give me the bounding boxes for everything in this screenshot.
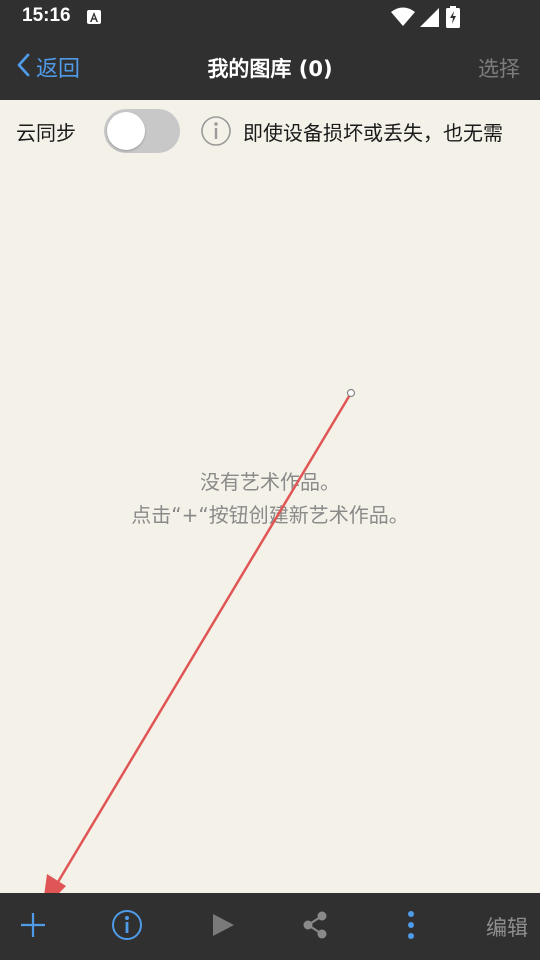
empty-state-line-2: 点击“+“按钮创建新艺术作品。: [131, 503, 409, 527]
play-icon: [210, 912, 236, 942]
screen: 15:16 返回 我的图库 (0) 选择 云同步 即使设备损坏或丢失，也无需 没…: [0, 0, 540, 960]
page-title: 我的图库 (0): [207, 57, 333, 81]
nav-bar: 返回 我的图库 (0) 选择: [0, 34, 540, 100]
toggle-knob: [107, 112, 145, 150]
share-button[interactable]: [292, 893, 338, 960]
edit-button[interactable]: 编辑: [474, 893, 540, 960]
share-icon: [301, 910, 329, 944]
select-button[interactable]: 选择: [478, 53, 520, 83]
add-button[interactable]: [10, 893, 56, 960]
status-bar: 15:16: [0, 0, 540, 34]
wifi-icon: [390, 6, 416, 32]
battery-charging-icon: [446, 6, 460, 32]
info-button[interactable]: [104, 893, 150, 960]
cloud-sync-toggle[interactable]: [104, 109, 180, 153]
cloud-sync-row: 云同步 即使设备损坏或丢失，也无需: [0, 100, 540, 162]
info-icon[interactable]: [200, 115, 232, 151]
add-icon: [19, 911, 47, 943]
notification-a-icon: [87, 10, 101, 24]
status-time: 15:16: [22, 5, 71, 26]
cloud-sync-label: 云同步: [16, 121, 76, 145]
more-button[interactable]: [388, 893, 434, 960]
empty-state-line-1: 没有艺术作品。: [200, 470, 340, 494]
cloud-sync-description: 即使设备损坏或丢失，也无需: [243, 121, 503, 145]
play-button[interactable]: [200, 893, 246, 960]
edit-label: 编辑: [486, 915, 528, 940]
more-vertical-icon: [406, 910, 416, 944]
bottom-toolbar: 编辑: [0, 893, 540, 960]
info-icon: [111, 909, 143, 945]
empty-state-message: 没有艺术作品。 点击“+“按钮创建新艺术作品。: [0, 466, 540, 532]
signal-icon: [418, 6, 440, 32]
